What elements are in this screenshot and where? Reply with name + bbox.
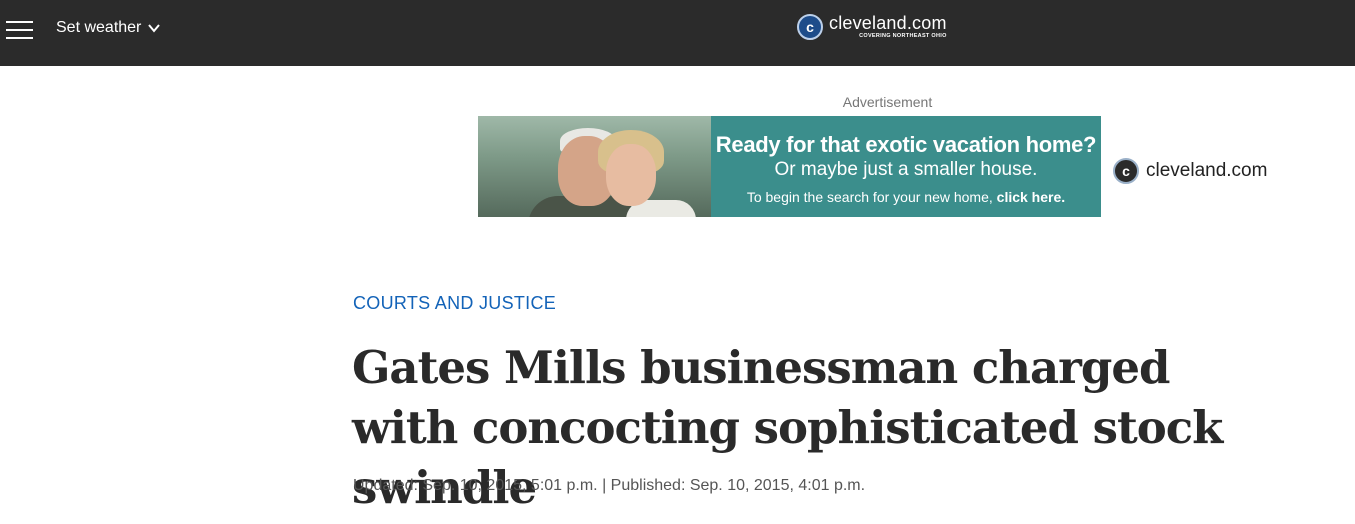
brand-tagline: COVERING NORTHEAST OHIO xyxy=(859,33,947,39)
hamburger-menu-icon[interactable] xyxy=(6,21,33,39)
section-link[interactable]: COURTS AND JUSTICE xyxy=(353,293,556,314)
site-logo[interactable]: c cleveland.com COVERING NORTHEAST OHIO xyxy=(797,13,947,40)
article-timestamps: Updated: Sep. 10, 2015, 5:01 p.m. | Publ… xyxy=(353,477,866,494)
ad-headline: Ready for that exotic vacation home? xyxy=(715,132,1097,157)
chevron-down-icon xyxy=(148,24,161,33)
ad-subheadline: Or maybe just a smaller house. xyxy=(774,159,1038,180)
ad-brand-name: cleveland.com xyxy=(1146,160,1268,181)
cleveland-logo-icon: c xyxy=(1113,158,1139,184)
set-weather-button[interactable]: Set weather xyxy=(56,19,161,37)
ad-cta-text: To begin the search for your new home, c… xyxy=(746,189,1066,205)
brand-name: cleveland.com xyxy=(829,13,947,33)
ad-couple-photo xyxy=(478,116,711,217)
top-navigation-bar: Set weather c cleveland.com COVERING NOR… xyxy=(0,0,1355,66)
advertisement-banner[interactable]: Ready for that exotic vacation home? Or … xyxy=(478,116,1101,217)
cleveland-logo-icon: c xyxy=(797,13,823,40)
ad-brand-logo[interactable]: c cleveland.com xyxy=(1113,158,1267,184)
advertisement-label: Advertisement xyxy=(842,94,933,110)
ad-click-here-link[interactable]: click here. xyxy=(997,189,1066,205)
set-weather-label: Set weather xyxy=(56,19,142,36)
ad-copy-panel: Ready for that exotic vacation home? Or … xyxy=(711,116,1101,217)
